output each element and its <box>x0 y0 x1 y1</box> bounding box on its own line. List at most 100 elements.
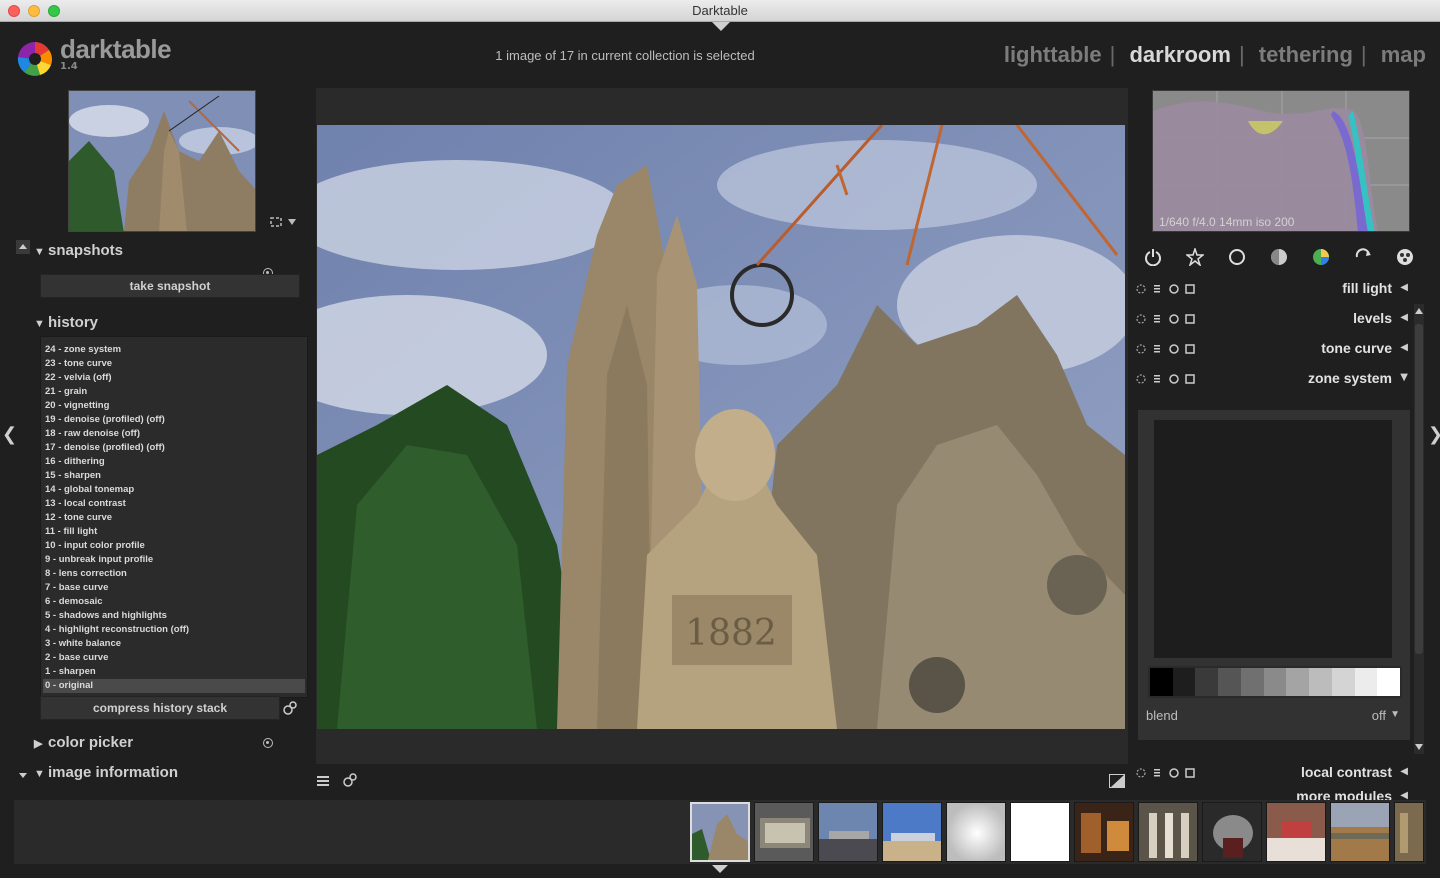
history-item[interactable]: 2 - base curve <box>43 651 305 665</box>
zone-swatch[interactable] <box>1331 668 1355 696</box>
history-item[interactable]: 22 - velvia (off) <box>43 371 305 385</box>
tone-group-icon[interactable] <box>1270 248 1288 266</box>
zone-swatch[interactable] <box>1150 668 1173 696</box>
window-titlebar: Darktable <box>0 0 1440 22</box>
filmstrip-thumbnail[interactable] <box>1330 802 1390 862</box>
view-map[interactable]: map <box>1381 42 1426 67</box>
expand-triangle-icon: ▼ <box>34 768 45 780</box>
expand-triangle-icon: ▼ <box>34 318 45 330</box>
zone-swatch[interactable] <box>1240 668 1264 696</box>
dropdown-arrow-icon: ▼ <box>1390 709 1400 720</box>
main-image[interactable]: 1882 <box>317 125 1125 729</box>
effects-group-icon[interactable] <box>1396 248 1414 266</box>
collapse-bottom-arrow-icon[interactable] <box>710 864 730 874</box>
filmstrip-thumbnail[interactable] <box>882 802 942 862</box>
history-item[interactable]: 1 - sharpen <box>43 665 305 679</box>
module-zone-system[interactable]: zone system ▼ <box>1136 366 1412 392</box>
filmstrip-thumbnail[interactable] <box>1074 802 1134 862</box>
overexposure-toggle-icon[interactable] <box>1109 774 1125 788</box>
navigation-zoom-icon[interactable] <box>270 216 300 228</box>
window-title: Darktable <box>692 3 748 18</box>
zone-swatch[interactable] <box>1172 668 1196 696</box>
history-item[interactable]: 24 - zone system <box>43 343 305 357</box>
filmstrip-thumbnail[interactable] <box>1010 802 1070 862</box>
favorites-star-icon[interactable] <box>1186 248 1204 266</box>
zone-swatch[interactable] <box>1286 668 1310 696</box>
history-item[interactable]: 5 - shadows and highlights <box>43 609 305 623</box>
module-controls-icon[interactable] <box>1136 373 1200 385</box>
history-item[interactable]: 23 - tone curve <box>43 357 305 371</box>
history-item[interactable]: 17 - denoise (profiled) (off) <box>43 441 305 455</box>
history-item[interactable]: 8 - lens correction <box>43 567 305 581</box>
module-controls-icon[interactable] <box>1136 313 1200 325</box>
histogram-graph <box>1153 91 1409 231</box>
filmstrip-thumbnail[interactable] <box>1266 802 1326 862</box>
histogram[interactable]: 1/640 f/4.0 14mm iso 200 <box>1152 90 1410 232</box>
history-item[interactable]: 3 - white balance <box>43 637 305 651</box>
history-module-header[interactable]: ▼ history <box>14 314 310 338</box>
history-item[interactable]: 4 - highlight reconstruction (off) <box>43 623 305 637</box>
active-modules-power-icon[interactable] <box>1144 248 1162 266</box>
view-lighttable[interactable]: lighttable <box>1004 42 1102 67</box>
image-information-module-header[interactable]: ▼ image information <box>14 764 310 788</box>
history-item[interactable]: 9 - unbreak input profile <box>43 553 305 567</box>
history-item[interactable]: 15 - sharpen <box>43 469 305 483</box>
module-controls-icon[interactable] <box>1136 343 1200 355</box>
zone-swatch[interactable] <box>1263 668 1287 696</box>
zone-bar[interactable] <box>1148 666 1402 698</box>
filmstrip-thumbnail[interactable] <box>1138 802 1198 862</box>
history-item[interactable]: 7 - base curve <box>43 581 305 595</box>
filmstrip-thumbnail[interactable] <box>1394 802 1424 862</box>
view-separator: | <box>1109 42 1116 67</box>
module-name: tone curve <box>1321 340 1392 356</box>
basic-group-circle-icon[interactable] <box>1228 248 1246 266</box>
filmstrip-thumbnail-selected[interactable] <box>690 802 750 862</box>
history-item-selected[interactable]: 0 - original <box>43 679 305 693</box>
color-group-icon[interactable] <box>1312 248 1330 266</box>
collapse-top-arrow-icon[interactable] <box>712 22 730 31</box>
history-item[interactable]: 14 - global tonemap <box>43 483 305 497</box>
history-item[interactable]: 6 - demosaic <box>43 595 305 609</box>
filmstrip-thumbnail[interactable] <box>818 802 878 862</box>
filmstrip-thumbnail[interactable] <box>754 802 814 862</box>
navigation-thumbnail[interactable] <box>68 90 256 232</box>
zone-swatch[interactable] <box>1195 668 1219 696</box>
snapshots-module-header[interactable]: ▼ snapshots <box>14 242 310 266</box>
styles-icon[interactable] <box>342 772 358 788</box>
module-levels[interactable]: levels ◀ <box>1136 306 1412 332</box>
quick-access-menu-icon[interactable] <box>316 774 330 788</box>
right-panel-scrollbar[interactable] <box>1410 304 1426 754</box>
zone-swatch[interactable] <box>1309 668 1332 696</box>
view-tethering[interactable]: tethering <box>1259 42 1353 67</box>
take-snapshot-button[interactable]: take snapshot <box>40 274 300 298</box>
module-controls-icon[interactable] <box>1136 767 1200 779</box>
zone-swatch[interactable] <box>1354 668 1378 696</box>
module-fill-light[interactable]: fill light ◀ <box>1136 276 1412 302</box>
module-tone-curve[interactable]: tone curve ◀ <box>1136 336 1412 362</box>
history-item[interactable]: 19 - denoise (profiled) (off) <box>43 413 305 427</box>
history-item[interactable]: 20 - vignetting <box>43 399 305 413</box>
module-local-contrast[interactable]: local contrast ◀ <box>1136 760 1412 786</box>
zone-swatch[interactable] <box>1218 668 1241 696</box>
thumbnail-image <box>692 804 748 860</box>
correct-group-icon[interactable] <box>1354 248 1372 266</box>
compress-history-button[interactable]: compress history stack <box>40 696 280 720</box>
module-controls-icon[interactable] <box>1136 283 1200 295</box>
filmstrip-thumbnail[interactable] <box>946 802 1006 862</box>
history-item[interactable]: 16 - dithering <box>43 455 305 469</box>
zone-swatch[interactable] <box>1377 668 1401 696</box>
filmstrip-thumbnail[interactable] <box>1202 802 1262 862</box>
history-item[interactable]: 13 - local contrast <box>43 497 305 511</box>
create-style-icon[interactable] <box>282 700 298 716</box>
reset-color-picker-icon[interactable] <box>263 738 273 748</box>
history-item[interactable]: 21 - grain <box>43 385 305 399</box>
history-item[interactable]: 11 - fill light <box>43 525 305 539</box>
view-darkroom[interactable]: darkroom <box>1129 42 1230 67</box>
history-item[interactable]: 12 - tone curve <box>43 511 305 525</box>
center-view: 1882 <box>316 88 1128 764</box>
history-item[interactable]: 18 - raw denoise (off) <box>43 427 305 441</box>
history-item[interactable]: 10 - input color profile <box>43 539 305 553</box>
collapse-right-arrow-icon[interactable]: ❯ <box>1428 424 1440 445</box>
blend-value[interactable]: off <box>1372 708 1386 723</box>
blend-row[interactable]: blend off ▼ <box>1146 708 1404 723</box>
